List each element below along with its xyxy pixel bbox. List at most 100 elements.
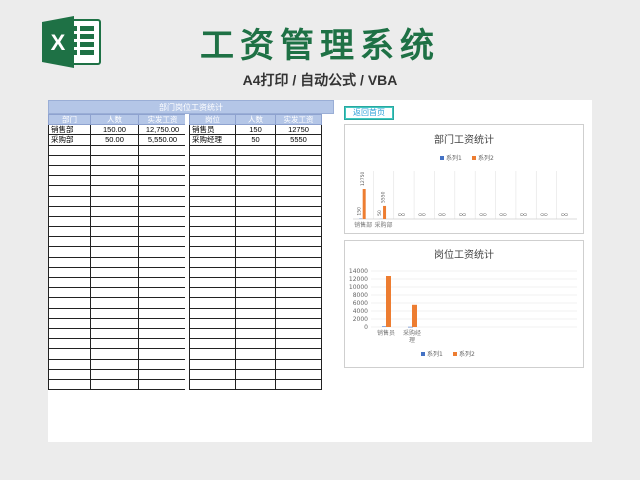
table-cell[interactable]: 12750 (275, 124, 322, 136)
table-cell[interactable] (189, 276, 236, 289)
table-cell[interactable] (275, 307, 322, 319)
table-cell[interactable] (48, 317, 91, 329)
table-cell[interactable] (235, 378, 276, 391)
table-cell[interactable] (48, 164, 91, 177)
table-cell[interactable] (90, 276, 139, 289)
table-cell[interactable] (275, 205, 322, 217)
table-cell[interactable] (235, 358, 276, 370)
table-cell[interactable] (90, 378, 139, 391)
table-cell[interactable] (235, 327, 276, 340)
table-cell[interactable] (90, 154, 139, 166)
table-cell[interactable] (235, 307, 276, 319)
table-cell[interactable] (275, 185, 322, 197)
table-cell[interactable] (138, 287, 187, 299)
back-home-button[interactable]: 返回首页 (344, 106, 394, 120)
table-cell[interactable] (235, 195, 276, 207)
table-cell[interactable] (189, 175, 236, 187)
table-cell[interactable] (90, 297, 139, 309)
table-cell[interactable]: 采购经理 (189, 134, 236, 146)
table-cell[interactable] (138, 256, 187, 268)
table-cell[interactable] (275, 276, 322, 289)
table-cell[interactable] (48, 175, 91, 187)
table-cell[interactable]: 150.00 (90, 124, 139, 136)
table-cell[interactable] (189, 348, 236, 360)
table-cell[interactable] (275, 236, 322, 248)
table-cell[interactable] (275, 164, 322, 177)
table-cell[interactable] (275, 266, 322, 279)
table-cell[interactable] (189, 368, 236, 380)
table-cell[interactable] (138, 185, 187, 197)
table-cell[interactable] (235, 154, 276, 166)
table-cell[interactable] (90, 205, 139, 217)
table-cell[interactable] (275, 215, 322, 228)
table-cell[interactable] (90, 164, 139, 177)
table-cell[interactable] (189, 266, 236, 279)
table-cell[interactable] (48, 215, 91, 228)
table-cell[interactable] (138, 317, 187, 329)
table-cell[interactable]: 5550 (275, 134, 322, 146)
table-cell[interactable] (275, 144, 322, 156)
table-cell[interactable] (275, 327, 322, 340)
table-cell[interactable] (48, 195, 91, 207)
table-cell[interactable] (90, 236, 139, 248)
table-cell[interactable] (235, 205, 276, 217)
table-cell[interactable] (235, 256, 276, 268)
table-cell[interactable] (48, 154, 91, 166)
table-cell[interactable] (90, 307, 139, 319)
table-cell[interactable] (235, 317, 276, 329)
table-cell[interactable] (189, 317, 236, 329)
table-cell[interactable] (138, 154, 187, 166)
table-cell[interactable] (235, 226, 276, 238)
table-cell[interactable] (275, 226, 322, 238)
table-cell[interactable] (90, 185, 139, 197)
table-cell[interactable] (275, 358, 322, 370)
table-cell[interactable] (235, 276, 276, 289)
table-cell[interactable] (275, 195, 322, 207)
table-cell[interactable] (235, 287, 276, 299)
table-cell[interactable] (48, 338, 91, 350)
table-cell[interactable] (275, 368, 322, 380)
table-cell[interactable] (90, 256, 139, 268)
table-cell[interactable] (90, 327, 139, 340)
table-cell[interactable] (189, 185, 236, 197)
table-cell[interactable] (189, 246, 236, 258)
table-cell[interactable] (90, 226, 139, 238)
table-cell[interactable] (189, 154, 236, 166)
table-cell[interactable] (48, 378, 91, 391)
table-cell[interactable] (189, 327, 236, 340)
table-cell[interactable] (275, 338, 322, 350)
table-cell[interactable] (138, 348, 187, 360)
table-cell[interactable] (235, 236, 276, 248)
table-cell[interactable] (235, 368, 276, 380)
table-cell[interactable] (138, 236, 187, 248)
table-cell[interactable] (48, 246, 91, 258)
table-cell[interactable] (275, 378, 322, 391)
table-cell[interactable]: 5,550.00 (138, 134, 187, 146)
table-cell[interactable] (138, 266, 187, 279)
table-cell[interactable] (90, 266, 139, 279)
table-cell[interactable] (275, 175, 322, 187)
table-cell[interactable] (48, 256, 91, 268)
table-cell[interactable] (275, 317, 322, 329)
table-cell[interactable]: 150 (235, 124, 276, 136)
table-cell[interactable] (138, 297, 187, 309)
table-cell[interactable] (235, 164, 276, 177)
table-cell[interactable] (48, 297, 91, 309)
table-cell[interactable] (189, 378, 236, 391)
table-cell[interactable] (90, 338, 139, 350)
table-cell[interactable] (275, 348, 322, 360)
table-cell[interactable] (90, 215, 139, 228)
table-cell[interactable] (275, 287, 322, 299)
table-cell[interactable] (189, 287, 236, 299)
table-cell[interactable] (275, 246, 322, 258)
table-cell[interactable]: 销售部 (48, 124, 91, 136)
table-cell[interactable] (189, 256, 236, 268)
table-cell[interactable] (138, 307, 187, 319)
table-cell[interactable] (90, 317, 139, 329)
table-cell[interactable] (275, 297, 322, 309)
table-cell[interactable] (189, 195, 236, 207)
table-cell[interactable] (138, 327, 187, 340)
table-cell[interactable] (189, 307, 236, 319)
table-cell[interactable] (235, 185, 276, 197)
table-cell[interactable] (189, 297, 236, 309)
